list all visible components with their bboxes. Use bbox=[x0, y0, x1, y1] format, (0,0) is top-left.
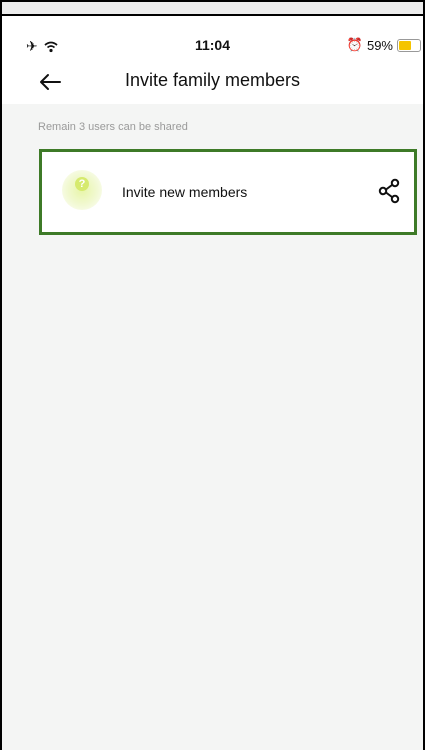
invite-avatar: ? bbox=[62, 170, 102, 210]
window-topbar bbox=[2, 0, 423, 16]
invite-new-members-card[interactable]: ? Invite new members bbox=[39, 149, 417, 235]
question-mark-icon: ? bbox=[75, 177, 89, 191]
status-bar: ✈ 11:04 ⏰ 59% bbox=[2, 16, 423, 60]
alarm-icon: ⏰ bbox=[346, 37, 363, 52]
battery-percent: 59% bbox=[366, 37, 393, 53]
battery-level bbox=[399, 40, 411, 50]
battery-icon bbox=[397, 38, 421, 52]
page-title: Invite family members bbox=[124, 70, 301, 90]
share-icon[interactable] bbox=[378, 178, 402, 204]
invite-label: Invite new members bbox=[122, 184, 248, 200]
status-right-icons: ⏰ 59% bbox=[347, 37, 421, 53]
remaining-users-hint: Remain 3 users can be shared bbox=[38, 121, 188, 133]
app-frame: ✈ 11:04 ⏰ 59% Invite family members Rema… bbox=[0, 0, 425, 750]
page-header: Invite family members bbox=[2, 60, 423, 104]
